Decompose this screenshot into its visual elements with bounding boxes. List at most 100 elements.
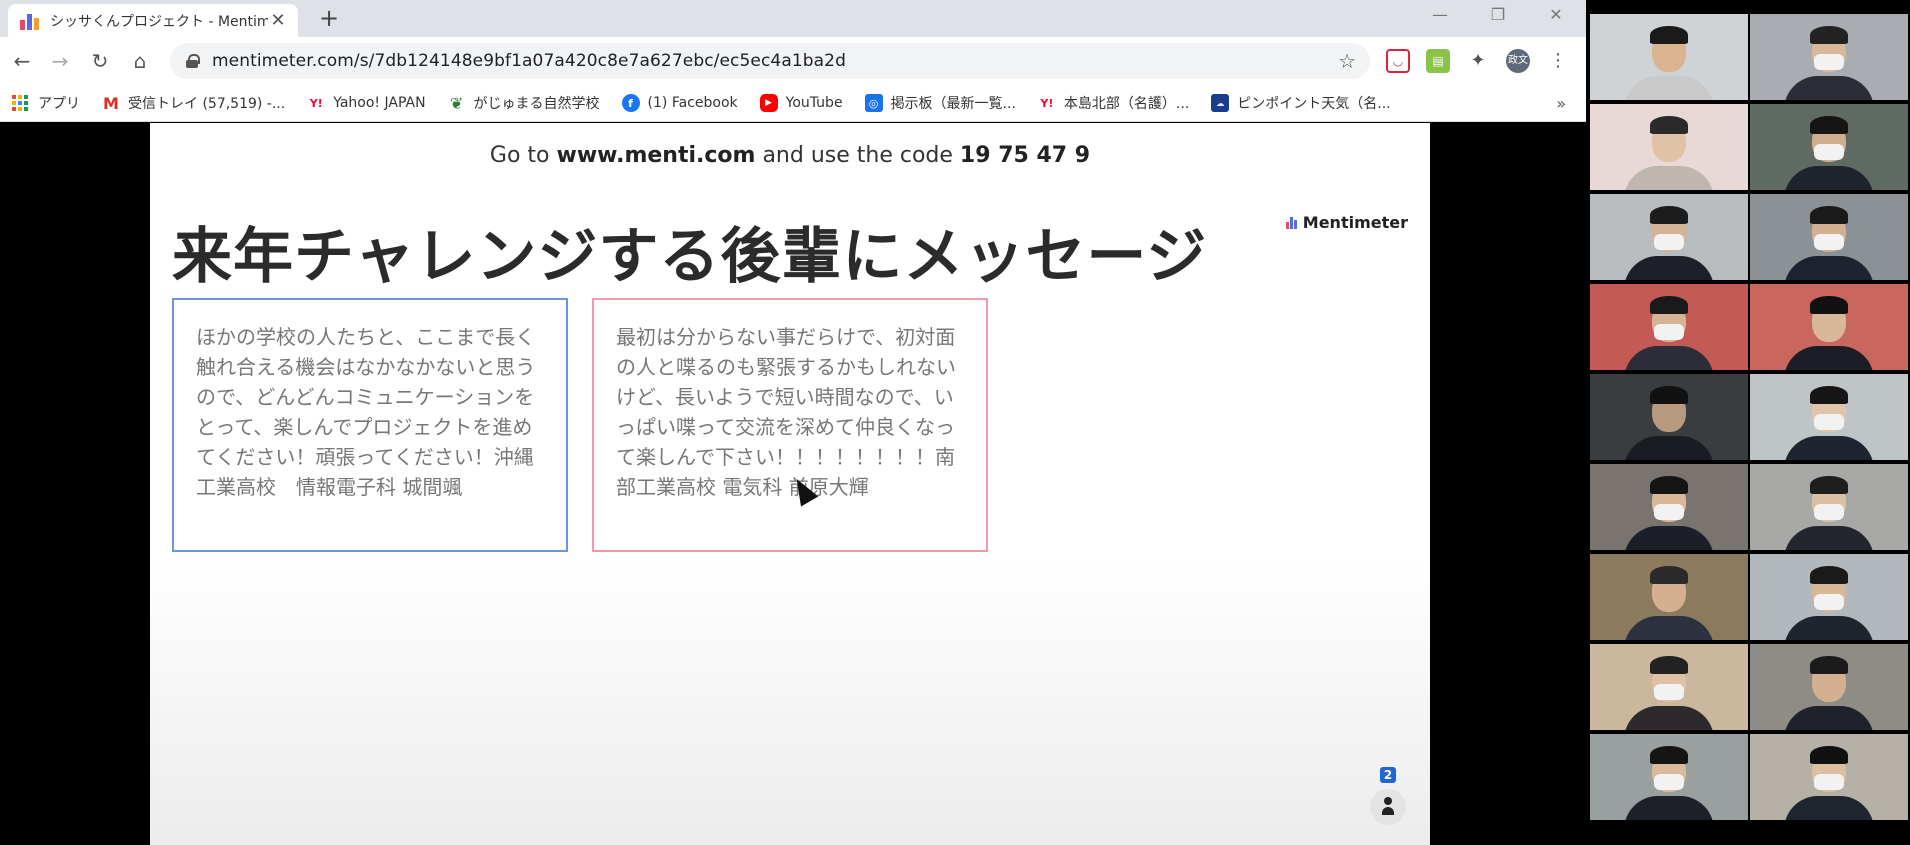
participant-hair xyxy=(1650,476,1688,494)
participant-body xyxy=(1784,256,1874,280)
join-url: www.menti.com xyxy=(556,143,756,168)
participant-mask xyxy=(1654,504,1684,520)
forward-arrow-icon[interactable]: → xyxy=(46,47,74,75)
participants-button[interactable]: 2 xyxy=(1370,767,1406,825)
weather-icon: ☁ xyxy=(1211,94,1230,112)
bookmark-apps[interactable]: アプリ xyxy=(12,93,80,113)
participant-hair xyxy=(1650,746,1688,764)
participant-video-tile[interactable] xyxy=(1590,554,1748,640)
participant-hair xyxy=(1650,566,1688,584)
bookmark-gmail[interactable]: M 受信トレイ (57,519) -... xyxy=(102,93,285,113)
yahoo-icon: Y! xyxy=(309,96,323,110)
bookmark-yahoo-japan[interactable]: Y! Yahoo! JAPAN xyxy=(307,94,426,112)
participant-hair xyxy=(1650,26,1688,44)
participant-body xyxy=(1624,346,1714,370)
profile-avatar[interactable]: 政文 xyxy=(1506,49,1530,73)
reload-icon[interactable]: ↻ xyxy=(86,47,114,75)
participant-video-tile[interactable] xyxy=(1750,194,1908,280)
participant-hair xyxy=(1650,386,1688,404)
participant-video-tile[interactable] xyxy=(1590,194,1748,280)
participant-hair xyxy=(1650,116,1688,134)
bookmark-youtube[interactable]: ▶ YouTube xyxy=(759,94,843,112)
home-icon[interactable]: ⌂ xyxy=(126,47,154,75)
participant-mask xyxy=(1654,234,1684,250)
more-bookmarks-button[interactable]: » xyxy=(1556,94,1566,113)
participant-video-tile[interactable] xyxy=(1590,14,1748,100)
person-icon xyxy=(1382,797,1394,817)
tab-mentimeter[interactable]: シッサくんプロジェクト - Mentimeter ✕ xyxy=(8,4,298,37)
close-icon[interactable]: ✕ xyxy=(268,10,288,31)
bookmarks-bar: アプリ M 受信トレイ (57,519) -... Y! Yahoo! JAPA… xyxy=(0,85,1586,122)
facebook-icon: f xyxy=(621,94,640,112)
participant-hair xyxy=(1810,26,1848,44)
participant-hair xyxy=(1810,386,1848,404)
participant-video-tile[interactable] xyxy=(1750,464,1908,550)
lock-icon[interactable] xyxy=(186,54,200,68)
extension-green-icon[interactable]: ▤ xyxy=(1426,49,1450,73)
mentimeter-favicon-icon xyxy=(20,12,40,30)
participant-mask xyxy=(1654,684,1684,700)
join-instructions: Go to www.menti.com and use the code 19 … xyxy=(150,143,1430,168)
back-arrow-icon[interactable]: ← xyxy=(8,47,36,75)
participant-body xyxy=(1624,616,1714,640)
bookmark-label: 受信トレイ (57,519) -... xyxy=(128,96,286,112)
participant-body xyxy=(1784,436,1874,460)
bookmark-star-icon[interactable]: ☆ xyxy=(1338,49,1356,73)
bookmark-hokubu[interactable]: Y! 本島北部（名護）... xyxy=(1038,93,1189,113)
participant-mask xyxy=(1814,594,1844,610)
participant-video-tile[interactable] xyxy=(1750,734,1908,820)
bookmark-label: アプリ xyxy=(38,96,80,112)
participant-body xyxy=(1784,706,1874,730)
participant-body xyxy=(1624,436,1714,460)
participant-video-tile[interactable] xyxy=(1750,554,1908,640)
participant-video-tile[interactable] xyxy=(1590,104,1748,190)
bookmark-board[interactable]: ◎ 掲示板（最新一覧... xyxy=(864,93,1016,113)
participant-mask xyxy=(1814,414,1844,430)
participant-body xyxy=(1784,166,1874,190)
participant-mask xyxy=(1814,504,1844,520)
new-tab-button[interactable]: + xyxy=(315,3,343,33)
participant-body xyxy=(1624,526,1714,550)
address-bar[interactable]: mentimeter.com/s/7db124148e9bf1a07a420c8… xyxy=(170,43,1370,79)
participant-mask xyxy=(1814,234,1844,250)
participant-body xyxy=(1624,706,1714,730)
participant-hair xyxy=(1650,656,1688,674)
window-close-button[interactable]: ✕ xyxy=(1528,0,1584,30)
participant-video-tile[interactable] xyxy=(1590,464,1748,550)
extension-pocket-icon[interactable]: ◡ xyxy=(1386,49,1410,73)
restore-button[interactable]: ❐ xyxy=(1470,0,1526,30)
tab-strip: シッサくんプロジェクト - Mentimeter ✕ + — ❐ ✕ xyxy=(0,0,1586,37)
participant-video-tile[interactable] xyxy=(1750,374,1908,460)
message-card: ほかの学校の人たちと、ここまで長く触れ合える機会はなかなかないと思うので、どんど… xyxy=(172,298,568,552)
participant-video-tile[interactable] xyxy=(1590,734,1748,820)
minimize-button[interactable]: — xyxy=(1412,0,1468,30)
participant-video-tile[interactable] xyxy=(1750,284,1908,370)
join-middle: and use the code xyxy=(755,143,960,168)
bookmark-label: 本島北部（名護）... xyxy=(1063,96,1190,112)
bookmark-facebook[interactable]: f (1) Facebook xyxy=(621,94,738,112)
message-card: 最初は分からない事だらけで、初対面の人と喋るのも緊張するかもしれないけど、長いよ… xyxy=(592,298,988,552)
participant-body xyxy=(1784,76,1874,100)
bookmark-pinpoint-weather[interactable]: ☁ ピンポイント天気（名... xyxy=(1211,93,1391,113)
video-participant-grid xyxy=(1586,0,1910,845)
join-prefix: Go to xyxy=(489,143,557,168)
menu-kebab-icon[interactable]: ⋮ xyxy=(1546,49,1570,73)
participant-video-tile[interactable] xyxy=(1750,644,1908,730)
participant-video-tile[interactable] xyxy=(1590,374,1748,460)
bookmark-label: がじゅまる自然学校 xyxy=(473,96,600,112)
bookmark-label: Yahoo! JAPAN xyxy=(333,95,426,111)
url-text[interactable]: mentimeter.com/s/7db124148e9bf1a07a420c8… xyxy=(212,51,846,71)
extensions-puzzle-icon[interactable]: ✦ xyxy=(1466,49,1490,73)
participant-mask xyxy=(1654,774,1684,790)
participant-video-tile[interactable] xyxy=(1590,284,1748,370)
bookmark-label: (1) Facebook xyxy=(647,95,738,111)
participant-video-tile[interactable] xyxy=(1750,104,1908,190)
participant-body xyxy=(1784,526,1874,550)
participant-video-tile[interactable] xyxy=(1750,14,1908,100)
tab-title: シッサくんプロジェクト - Mentimeter xyxy=(50,13,268,30)
participant-body xyxy=(1784,796,1874,820)
bookmark-gajumaru[interactable]: ❦ がじゅまる自然学校 xyxy=(448,93,600,113)
participant-video-tile[interactable] xyxy=(1590,644,1748,730)
join-code: 19 75 47 9 xyxy=(959,143,1091,168)
logo-text: Mentimeter xyxy=(1302,213,1408,232)
